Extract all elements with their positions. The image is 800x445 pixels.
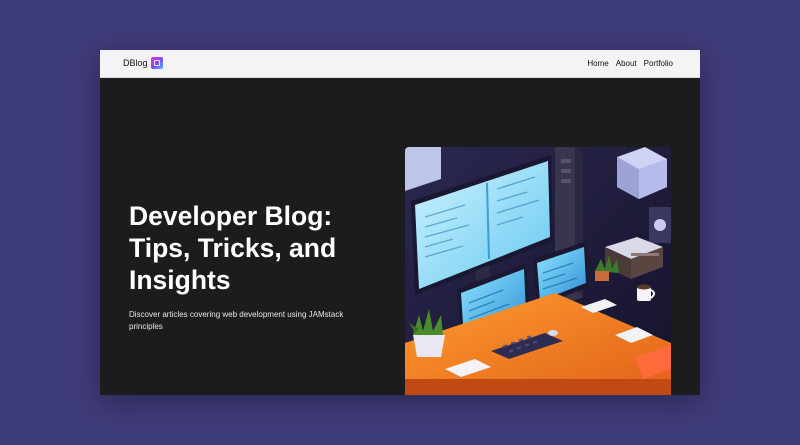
navbar: DBlog Home About Portfolio [100, 50, 700, 78]
nav-link-home[interactable]: Home [587, 59, 608, 68]
hero-image [405, 147, 671, 395]
nav-links: Home About Portfolio [587, 59, 673, 68]
nav-link-about[interactable]: About [616, 59, 637, 68]
developer-desk-illustration [405, 147, 671, 395]
nav-link-portfolio[interactable]: Portfolio [644, 59, 673, 68]
browser-frame: DBlog Home About Portfolio Developer Blo… [100, 50, 700, 395]
brand-link[interactable]: DBlog [123, 57, 163, 69]
hero-subtitle: Discover articles covering web developme… [129, 310, 344, 331]
app-logo-icon [150, 57, 163, 69]
hero-title: Developer Blog: Tips, Tricks, and Insigh… [129, 201, 337, 295]
brand-name: DBlog [123, 58, 148, 68]
